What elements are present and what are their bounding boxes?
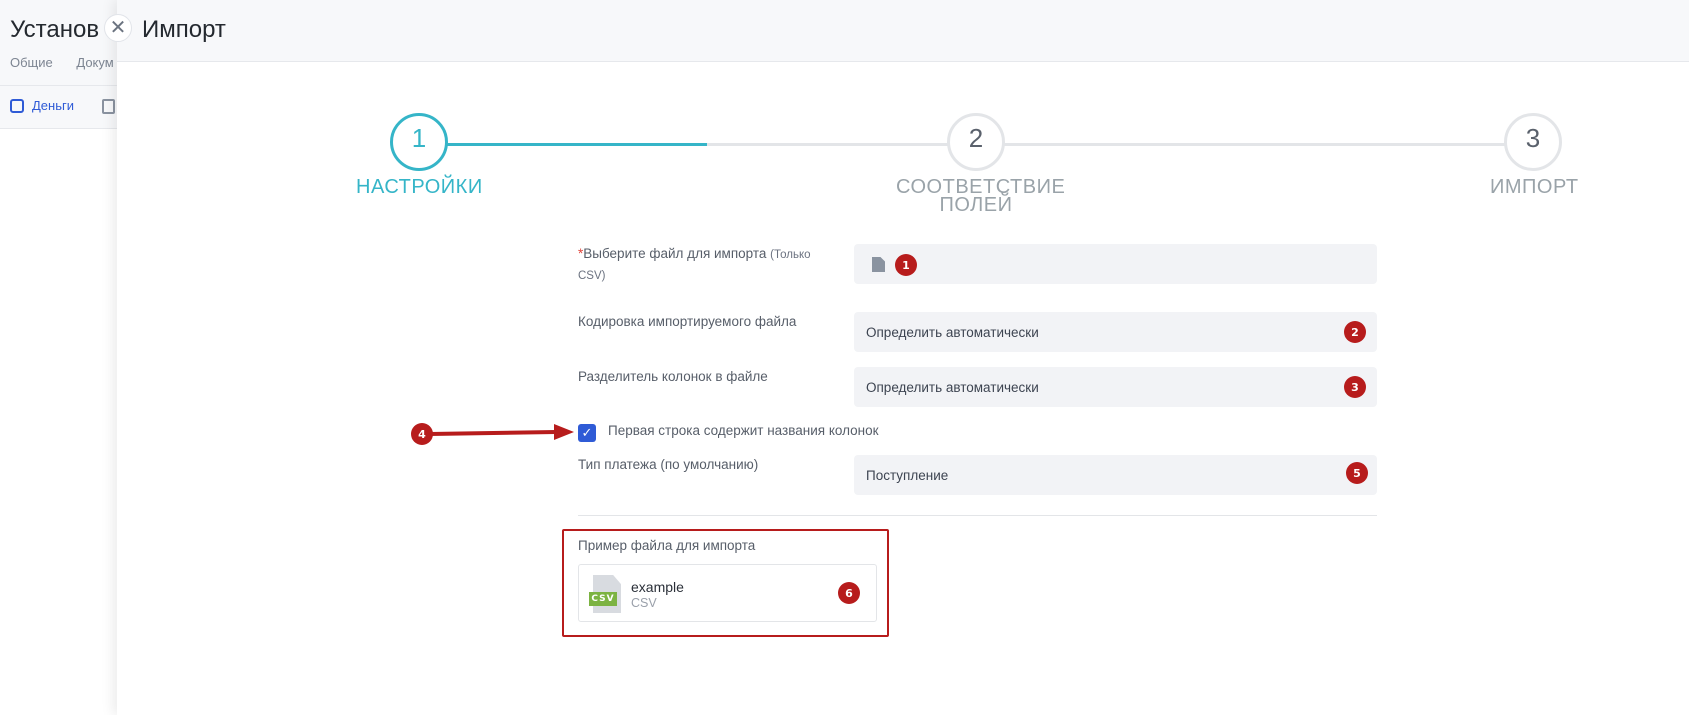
annotation-badge-5: 5: [1346, 462, 1368, 484]
payment-type-field-label: Тип платежа (по умолчанию): [578, 457, 759, 472]
panel-title: Импорт: [142, 16, 226, 43]
annotation-badge-2: 2: [1344, 321, 1366, 343]
background-tab-general[interactable]: Общие: [10, 55, 53, 70]
csv-file-icon: CSV: [589, 575, 621, 613]
stepper-track-line: [707, 143, 1537, 146]
step-1-label: НАСТРОЙКИ: [356, 176, 483, 198]
payment-type-select-value: Поступление: [866, 467, 949, 483]
background-tabs: Общие Докум: [10, 55, 134, 70]
toolbar-item-money-label: Деньги: [32, 98, 74, 113]
encoding-select[interactable]: Определить автоматически: [854, 312, 1377, 352]
step-1-number: 1: [411, 122, 427, 153]
example-file-download[interactable]: CSV example CSV: [578, 564, 877, 622]
delimiter-select-value: Определить автоматически: [866, 379, 1039, 395]
stepper-progress-line: [445, 143, 707, 146]
wallet-icon: [10, 98, 24, 113]
file-label-hint-2: CSV): [578, 270, 606, 282]
example-file-extension: CSV: [631, 596, 657, 610]
annotation-badge-6: 6: [838, 582, 860, 604]
file-input[interactable]: [854, 244, 1377, 284]
annotation-badge-4: 4: [411, 423, 433, 445]
close-icon: ✕: [109, 17, 127, 39]
step-2-label: СООТВЕТСТВИЕ ПОЛЕЙ: [896, 177, 1065, 216]
step-2-circle[interactable]: 2: [947, 113, 1005, 171]
example-file-label: Пример файла для импорта: [578, 538, 756, 553]
encoding-select-value: Определить автоматически: [866, 324, 1039, 340]
csv-file-icon-tag: CSV: [589, 592, 617, 606]
import-panel: Импорт: [117, 0, 1689, 715]
encoding-field-label: Кодировка импортируемого файла: [578, 314, 797, 329]
annotation-badge-1: 1: [895, 254, 917, 276]
annotation-badge-3: 3: [1344, 376, 1366, 398]
toolbar-item-money[interactable]: Деньги: [10, 98, 74, 113]
close-button[interactable]: ✕: [104, 14, 132, 42]
delimiter-field-label: Разделитель колонок в файле: [578, 369, 768, 384]
header-row-checkbox-label[interactable]: Первая строка содержит названия колонок: [608, 423, 879, 438]
step-1-circle[interactable]: 1: [390, 113, 448, 171]
payment-type-select[interactable]: Поступление: [854, 455, 1377, 495]
step-3-number: 3: [1525, 122, 1541, 153]
file-label-text: Выберите файл для импорта: [583, 246, 767, 261]
panel-header: Импорт: [117, 0, 1689, 62]
check-icon: ✓: [581, 425, 593, 440]
delimiter-select[interactable]: Определить автоматически: [854, 367, 1377, 407]
step-3-label: ИМПОРТ: [1490, 176, 1579, 198]
background-tab-documents[interactable]: Докум: [76, 55, 113, 70]
form-divider: [578, 515, 1377, 516]
header-row-checkbox[interactable]: ✓: [578, 424, 596, 442]
step-2-label-line2: ПОЛЕЙ: [939, 194, 1013, 216]
background-title: Установ: [10, 16, 100, 43]
step-3-circle[interactable]: 3: [1504, 113, 1562, 171]
example-file-name: example: [631, 579, 684, 595]
file-field-label: *Выберите файл для импорта (Только CSV): [578, 244, 818, 286]
document-icon[interactable]: [102, 99, 115, 114]
step-2-number: 2: [968, 122, 984, 153]
file-label-hint-1: (Только: [770, 249, 811, 261]
